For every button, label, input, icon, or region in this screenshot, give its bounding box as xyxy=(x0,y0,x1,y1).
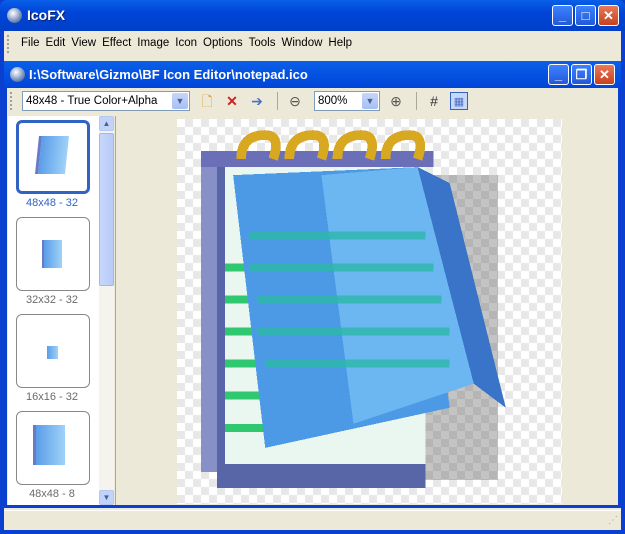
thumbnail-16-32[interactable] xyxy=(16,314,90,388)
scroll-up-button[interactable]: ▲ xyxy=(99,116,114,131)
doc-close-button[interactable]: ✕ xyxy=(594,64,615,85)
format-select[interactable]: 48x48 - True Color+Alpha ▼ xyxy=(22,91,190,111)
document-body: 48x48 - True Color+Alpha ▼ 🗋 ✕ ➔ ⊖ 800% ▼ … xyxy=(7,88,618,505)
status-bar: ⋰ xyxy=(4,510,621,530)
scroll-down-button[interactable]: ▼ xyxy=(99,490,114,505)
minimize-button[interactable]: _ xyxy=(552,5,573,26)
editor-toolbar: 48x48 - True Color+Alpha ▼ 🗋 ✕ ➔ ⊖ 800% ▼ … xyxy=(7,88,618,114)
menu-effect[interactable]: Effect xyxy=(99,31,134,56)
toolbar-separator xyxy=(416,92,417,110)
chevron-down-icon[interactable]: ▼ xyxy=(172,93,188,109)
chevron-down-icon[interactable]: ▼ xyxy=(362,93,378,109)
thumbnail-label: 16x16 - 32 xyxy=(26,391,78,403)
document-title: I:\Software\Gizmo\BF Icon Editor\notepad… xyxy=(29,67,308,82)
app-title: IcoFX xyxy=(27,7,66,23)
document-titlebar: I:\Software\Gizmo\BF Icon Editor\notepad… xyxy=(4,61,621,88)
doc-restore-button[interactable]: ❐ xyxy=(571,64,592,85)
thumbnail-48-32[interactable] xyxy=(16,120,90,194)
canvas-area xyxy=(115,116,618,505)
menu-options[interactable]: Options xyxy=(200,31,246,56)
grid-icon[interactable]: # xyxy=(425,92,443,110)
doc-minimize-button[interactable]: _ xyxy=(548,64,569,85)
scroll-thumb[interactable] xyxy=(99,133,114,286)
zoom-out-icon[interactable]: ⊖ xyxy=(286,92,304,110)
document-icon xyxy=(10,67,25,82)
menu-view[interactable]: View xyxy=(68,31,99,56)
resize-grip-icon[interactable]: ⋰ xyxy=(608,515,618,526)
thumbnail-label: 48x48 - 32 xyxy=(26,197,78,209)
notepad-icon xyxy=(47,346,58,359)
format-value: 48x48 - True Color+Alpha xyxy=(26,95,158,107)
notepad-icon-zoomed xyxy=(201,130,506,488)
notepad-icon xyxy=(42,240,62,268)
thumbnail-label: 48x48 - 8 xyxy=(29,488,75,500)
export-image-icon[interactable]: ➔ xyxy=(248,92,266,110)
menu-window[interactable]: Window xyxy=(279,31,326,56)
menu-edit[interactable]: Edit xyxy=(43,31,69,56)
edit-canvas[interactable] xyxy=(177,119,562,504)
menu-icon[interactable]: Icon xyxy=(172,31,200,56)
thumbnail-scrollbar[interactable]: ▲ ▼ xyxy=(99,116,114,505)
new-image-icon[interactable]: 🗋 xyxy=(198,92,216,110)
preview-panel-icon[interactable]: ▦ xyxy=(450,92,468,110)
notepad-icon xyxy=(33,425,65,465)
notepad-icon xyxy=(35,136,69,174)
zoom-value: 800% xyxy=(318,95,348,107)
app-frame: File Edit View Effect Image Icon Options Tools W… xyxy=(4,31,621,530)
menu-tools[interactable]: Tools xyxy=(246,31,279,56)
thumbnail-48-8[interactable] xyxy=(16,411,90,485)
document-window: I:\Software\Gizmo\BF Icon Editor\notepad… xyxy=(4,61,621,508)
toolbar-separator xyxy=(277,92,278,110)
thumbnail-label: 32x32 - 32 xyxy=(26,294,78,306)
maximize-button[interactable]: □ xyxy=(575,5,596,26)
menu-bar: File Edit View Effect Image Icon Options Tools W… xyxy=(4,31,621,56)
thumbnail-32-32[interactable] xyxy=(16,217,90,291)
app-icon xyxy=(7,8,22,23)
app-titlebar: IcoFX _ □ ✕ xyxy=(0,0,625,31)
menu-image[interactable]: Image xyxy=(134,31,172,56)
close-button[interactable]: ✕ xyxy=(598,5,619,26)
toolbar-grip[interactable] xyxy=(10,92,13,110)
menu-grip[interactable] xyxy=(7,35,10,53)
menu-file[interactable]: File xyxy=(18,31,43,56)
zoom-in-icon[interactable]: ⊕ xyxy=(387,92,405,110)
zoom-select[interactable]: 800% ▼ xyxy=(314,91,380,111)
menu-help[interactable]: Help xyxy=(325,31,355,56)
delete-image-icon[interactable]: ✕ xyxy=(223,92,241,110)
